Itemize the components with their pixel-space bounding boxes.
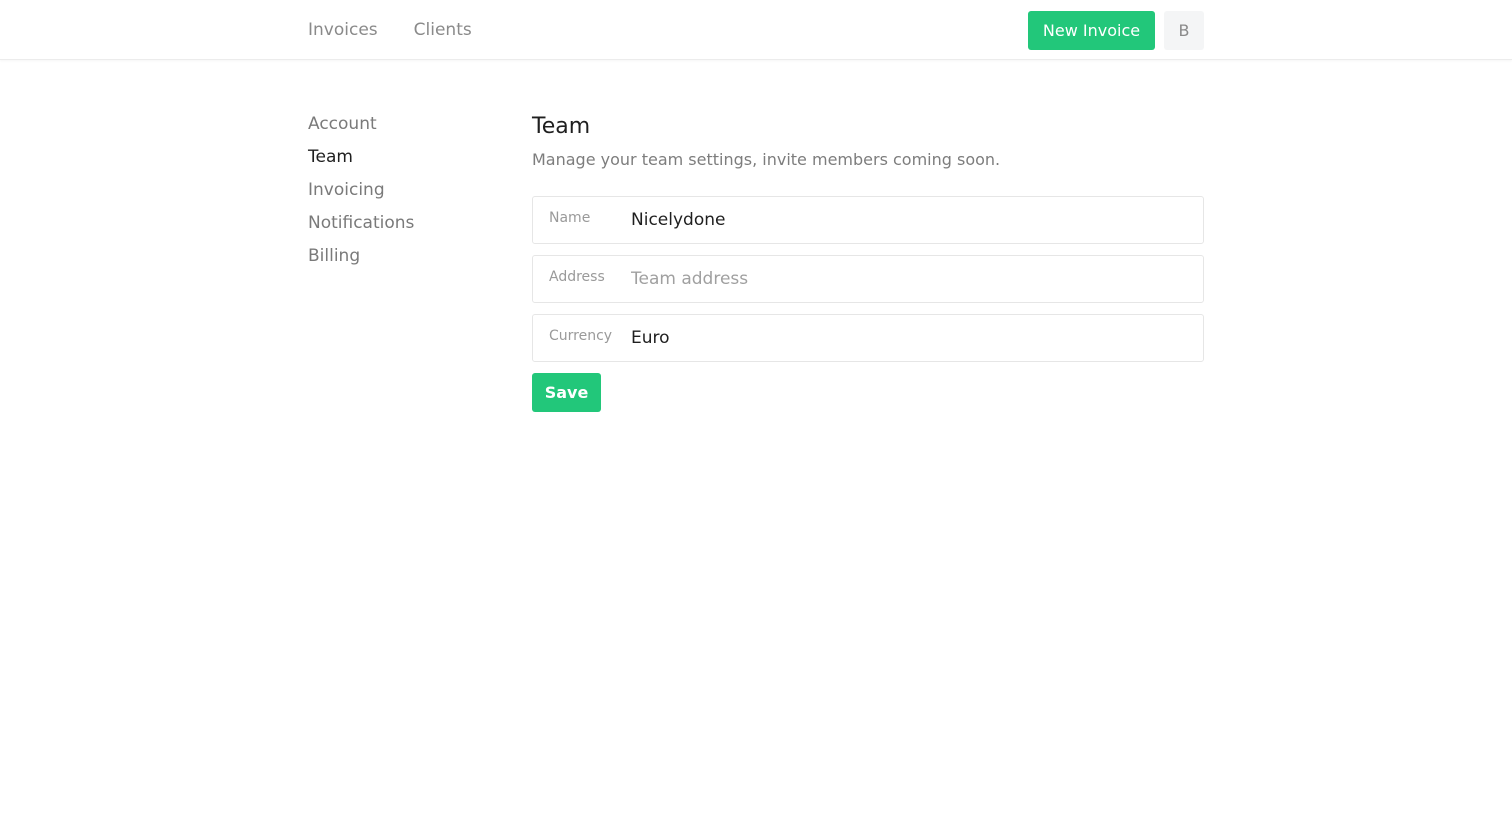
top-navigation-bar: Invoices Clients New Invoice B xyxy=(0,0,1512,60)
currency-field-label: Currency xyxy=(549,328,613,344)
save-button[interactable]: Save xyxy=(532,373,601,412)
primary-nav: Invoices Clients xyxy=(308,0,508,60)
page-description: Manage your team settings, invite member… xyxy=(532,150,1001,169)
address-field-label: Address xyxy=(549,269,605,285)
address-input[interactable] xyxy=(631,259,1203,299)
name-input[interactable] xyxy=(631,200,1203,240)
currency-input[interactable] xyxy=(631,318,1203,358)
nav-link-clients[interactable]: Clients xyxy=(414,20,472,40)
top-actions: New Invoice B xyxy=(1028,11,1204,50)
team-settings-panel: Team Manage your team settings, invite m… xyxy=(532,112,1204,412)
name-field-label: Name xyxy=(549,210,591,226)
page-title: Team xyxy=(532,114,591,139)
address-field-group: Address xyxy=(532,255,1204,303)
name-field-group: Name xyxy=(532,196,1204,244)
sidebar-item-invoicing[interactable]: Invoicing xyxy=(308,178,508,211)
currency-field-group: Currency xyxy=(532,314,1204,362)
avatar[interactable]: B xyxy=(1164,11,1204,50)
sidebar-item-account[interactable]: Account xyxy=(308,112,508,145)
nav-link-invoices[interactable]: Invoices xyxy=(308,20,378,40)
sidebar-item-team[interactable]: Team xyxy=(308,145,508,178)
sidebar-item-notifications[interactable]: Notifications xyxy=(308,211,508,244)
sidebar-item-billing[interactable]: Billing xyxy=(308,244,508,277)
new-invoice-button[interactable]: New Invoice xyxy=(1028,11,1155,50)
settings-sidebar: Account Team Invoicing Notifications Bil… xyxy=(308,112,508,277)
